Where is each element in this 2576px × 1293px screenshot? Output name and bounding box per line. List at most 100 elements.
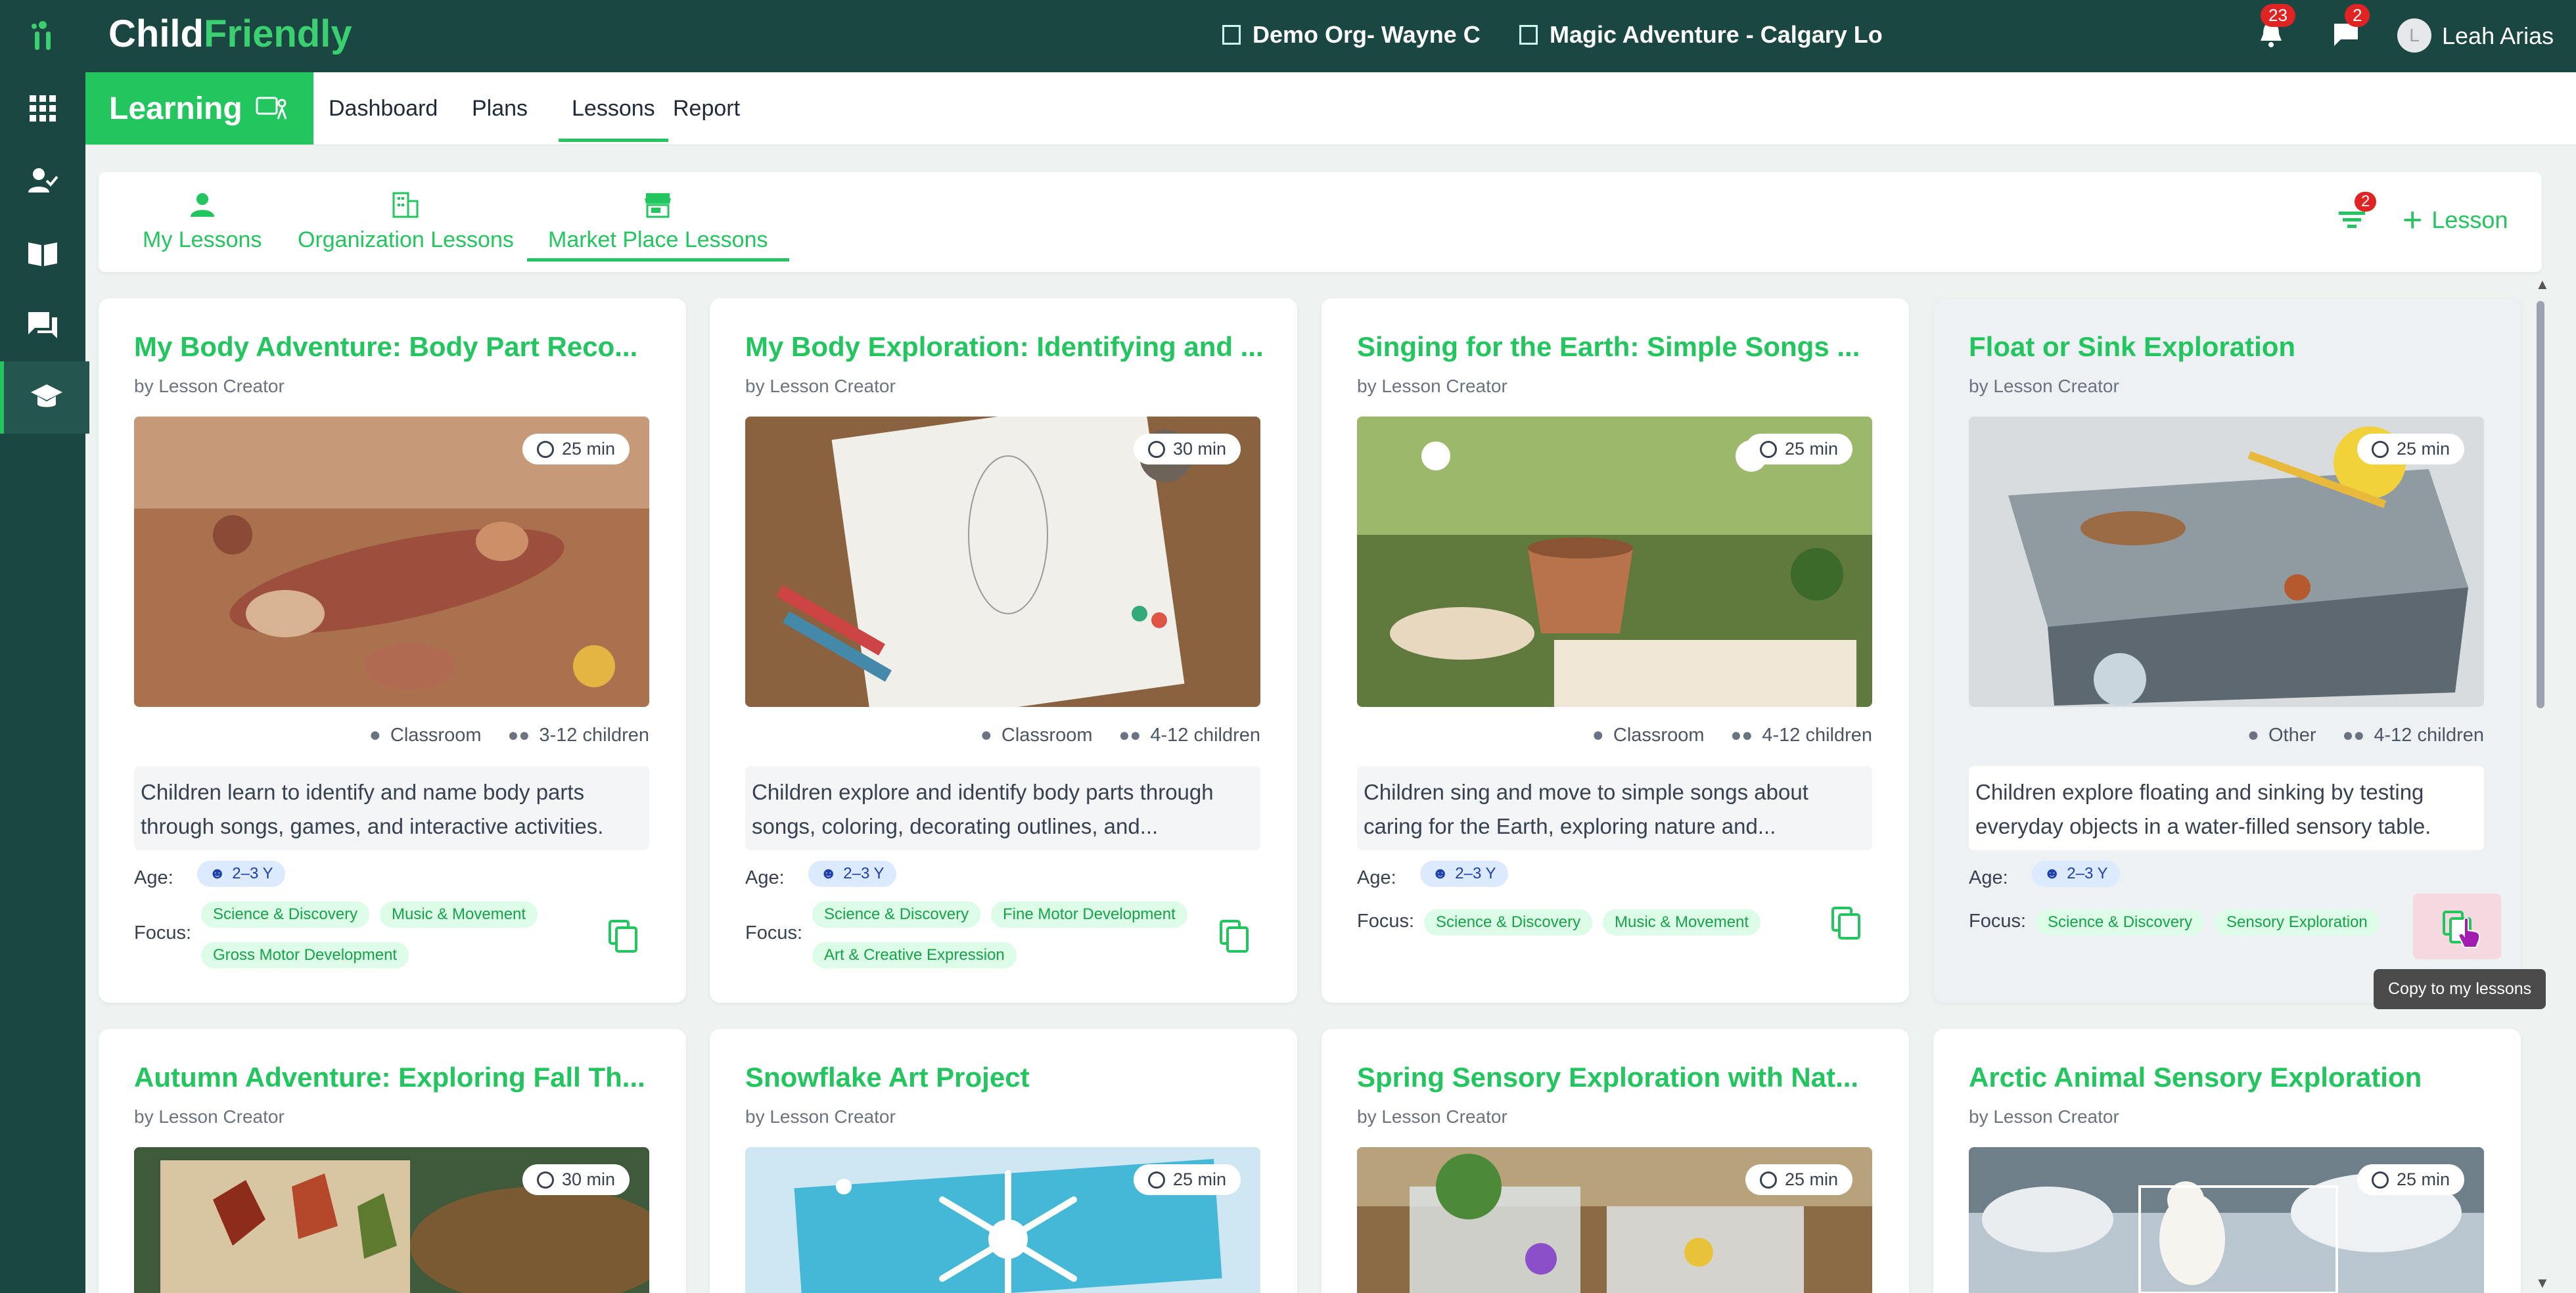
person-icon: [190, 193, 214, 217]
scroll-down-icon[interactable]: ▼: [2535, 1275, 2550, 1292]
lesson-title[interactable]: Arctic Animal Sensory Exploration: [1969, 1062, 2485, 1093]
lesson-title[interactable]: Autumn Adventure: Exploring Fall Th...: [134, 1062, 651, 1093]
lesson-title[interactable]: My Body Exploration: Identifying and ...: [745, 331, 1262, 363]
duration-label: 25 min: [1784, 439, 1838, 459]
copy-lesson-button[interactable]: [1820, 896, 1872, 949]
copy-lesson-button[interactable]: [597, 909, 649, 962]
duration-label: 25 min: [2396, 1169, 2450, 1189]
location-pin-icon: ●: [980, 724, 992, 746]
lesson-image[interactable]: 25 min: [745, 1147, 1260, 1293]
avatar[interactable]: L: [2397, 18, 2431, 53]
lesson-title[interactable]: My Body Adventure: Body Part Reco...: [134, 331, 651, 363]
age-value: 2–3 Y: [1455, 865, 1496, 882]
org-selector[interactable]: Demo Org- Wayne C: [1222, 21, 1481, 49]
age-chip: ☻ 2–3 Y: [2032, 861, 2120, 887]
lesson-card[interactable]: Spring Sensory Exploration with Nat... b…: [1322, 1029, 1909, 1293]
tab-label: Market Place Lessons: [548, 227, 768, 252]
duration-chip: 30 min: [1133, 434, 1241, 465]
page-scrollbar[interactable]: ▲ ▼: [2534, 276, 2550, 1293]
lesson-card[interactable]: Arctic Animal Sensory Exploration by Les…: [1933, 1029, 2521, 1293]
lesson-meta: ● Classroom ●● 4-12 children: [980, 724, 1260, 746]
tab-market-place-lessons[interactable]: Market Place Lessons: [527, 192, 789, 261]
lesson-image[interactable]: 25 min: [1969, 1147, 2484, 1293]
messages-badge: 2: [2345, 4, 2370, 27]
app-logo-icon[interactable]: [0, 0, 85, 72]
lesson-author: by Lesson Creator: [745, 376, 896, 396]
nav-report[interactable]: Report: [673, 96, 740, 122]
lesson-title[interactable]: Spring Sensory Exploration with Nat...: [1357, 1062, 1874, 1093]
copy-lesson-button[interactable]: [2413, 894, 2501, 959]
sidebar-item-attendance[interactable]: [0, 145, 85, 217]
age-chip: ☻ 2–3 Y: [197, 861, 285, 887]
lesson-image[interactable]: 30 min: [745, 417, 1260, 707]
user-name[interactable]: Leah Arias: [2442, 22, 2554, 50]
focus-chip: Music & Movement: [380, 901, 538, 928]
building-icon: [1519, 25, 1538, 45]
clock-icon: [2371, 440, 2389, 458]
copy-tooltip: Copy to my lessons: [2374, 969, 2546, 1009]
nav-lessons[interactable]: Lessons: [559, 96, 668, 142]
focus-label: Focus:: [134, 922, 192, 943]
lesson-title[interactable]: Float or Sink Exploration: [1969, 331, 2485, 363]
focus-label: Focus:: [1969, 911, 2027, 932]
graduation-cap-icon: [31, 384, 62, 407]
focus-chip: Sensory Exploration: [2215, 909, 2380, 936]
location-selector[interactable]: Magic Adventure - Calgary Lo: [1519, 21, 1883, 49]
lesson-title[interactable]: Singing for the Earth: Simple Songs ...: [1357, 331, 1874, 363]
nav-plans[interactable]: Plans: [472, 96, 528, 122]
lesson-card[interactable]: My Body Exploration: Identifying and ...…: [710, 298, 1297, 1003]
duration-chip: 25 min: [1745, 1164, 1852, 1195]
duration-chip: 30 min: [522, 1164, 630, 1195]
grid-icon: [30, 95, 56, 122]
focus-label: Focus:: [1357, 911, 1415, 932]
location-label: Classroom: [1001, 724, 1093, 746]
location-pin-icon: ●: [2247, 724, 2259, 746]
focus-label: Focus:: [745, 922, 803, 943]
location-pin-icon: ●: [1592, 724, 1604, 746]
section-title-label: Learning: [109, 91, 242, 126]
duration-label: 25 min: [561, 439, 615, 459]
lesson-card[interactable]: Autumn Adventure: Exploring Fall Th... b…: [99, 1029, 686, 1293]
lesson-image[interactable]: 25 min: [134, 417, 649, 707]
sidebar-item-learning[interactable]: [0, 361, 89, 434]
sidebar-item-library[interactable]: [0, 217, 85, 289]
tab-organization-lessons[interactable]: Organization Lessons: [298, 192, 514, 253]
focus-chip: Gross Motor Development: [201, 942, 409, 968]
clock-icon: [536, 440, 554, 458]
lesson-image[interactable]: 25 min: [1357, 1147, 1872, 1293]
duration-label: 25 min: [1172, 1169, 1226, 1189]
sidebar-item-apps[interactable]: [0, 72, 85, 145]
sidebar-item-messages[interactable]: [0, 289, 85, 361]
clock-icon: [536, 1171, 554, 1189]
tab-label: Organization Lessons: [298, 227, 514, 252]
tab-my-lessons[interactable]: My Lessons: [143, 192, 262, 253]
scroll-up-icon[interactable]: ▲: [2535, 276, 2550, 293]
lesson-title[interactable]: Snowflake Art Project: [745, 1062, 1262, 1093]
lesson-image[interactable]: 30 min: [134, 1147, 649, 1293]
age-value: 2–3 Y: [232, 865, 273, 882]
group-icon: ●●: [507, 725, 530, 745]
add-lesson-button[interactable]: + Lesson: [2403, 203, 2508, 237]
duration-label: 30 min: [1172, 439, 1226, 459]
lesson-image[interactable]: 25 min: [1969, 417, 2484, 707]
nav-dashboard[interactable]: Dashboard: [329, 96, 438, 122]
duration-label: 25 min: [1784, 1169, 1838, 1189]
app-logo[interactable]: ChildFriendly: [108, 12, 352, 56]
lesson-card[interactable]: My Body Adventure: Body Part Reco... by …: [99, 298, 686, 1003]
lesson-description: Children explore floating and sinking by…: [1969, 766, 2484, 850]
age-label: Age:: [134, 867, 173, 888]
age-label: Age:: [1357, 867, 1396, 888]
lesson-meta: ● Other ●● 4-12 children: [2247, 724, 2484, 746]
copy-lesson-button[interactable]: [1208, 909, 1260, 962]
duration-label: 30 min: [561, 1169, 615, 1189]
lesson-author: by Lesson Creator: [1969, 1106, 2119, 1127]
duration-chip: 25 min: [2357, 434, 2464, 465]
clock-icon: [1759, 440, 1777, 458]
lesson-tabs: My Lessons Organization Lessons Market P…: [99, 172, 2542, 272]
scrollbar-thumb[interactable]: [2537, 301, 2544, 708]
lesson-author: by Lesson Creator: [1357, 1106, 1507, 1127]
lesson-image[interactable]: 25 min: [1357, 417, 1872, 707]
lesson-card[interactable]: Float or Sink Exploration by Lesson Crea…: [1933, 298, 2521, 1003]
lesson-card[interactable]: Snowflake Art Project by Lesson Creator …: [710, 1029, 1297, 1293]
lesson-card[interactable]: Singing for the Earth: Simple Songs ... …: [1322, 298, 1909, 1003]
